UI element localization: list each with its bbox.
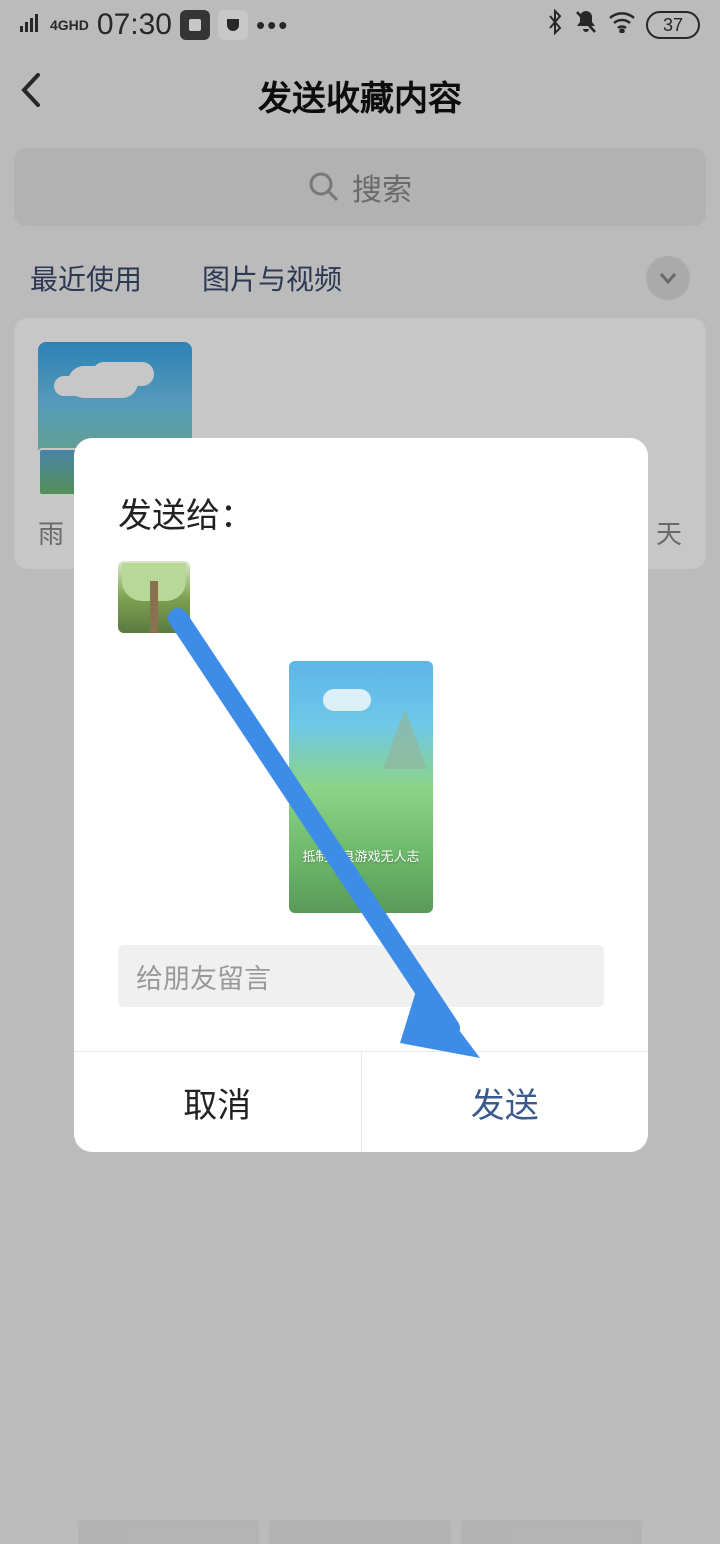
input-placeholder: 给朋友留言 (136, 957, 271, 996)
bottom-tab-bar (0, 1520, 720, 1544)
send-button[interactable]: 发送 (362, 1052, 649, 1152)
message-input[interactable]: 给朋友留言 (118, 945, 604, 1007)
cancel-button[interactable]: 取消 (74, 1052, 362, 1152)
recipient-avatar[interactable] (118, 561, 190, 633)
send-confirm-modal: 发送给： 抵制不良游戏无人志 给朋友留言 取消 发送 (74, 438, 648, 1152)
modal-title: 发送给： (74, 438, 648, 561)
content-preview: 抵制不良游戏无人志 (289, 661, 433, 913)
